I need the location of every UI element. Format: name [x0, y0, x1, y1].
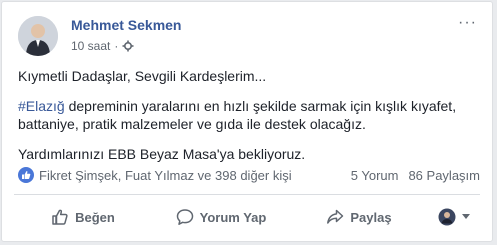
post-body: Kıymetli Dadaşlar, Sevgili Kardeşlerim..…	[18, 67, 480, 175]
author-name[interactable]: Mehmet Sekmen	[71, 17, 181, 33]
post-paragraph: #Elazığ depreminin yaralarını en hızlı ş…	[18, 97, 480, 133]
like-reaction-icon	[18, 167, 34, 183]
post-meta: 10 saat ·	[71, 39, 134, 53]
comment-icon	[176, 208, 194, 226]
share-icon	[326, 208, 344, 226]
thumbs-up-icon	[51, 208, 69, 226]
post-card: Mehmet Sekmen 10 saat · ··· Kıymetli Dad…	[1, 1, 493, 242]
like-label: Beğen	[75, 209, 115, 225]
comment-button[interactable]: Yorum Yap	[152, 201, 290, 233]
post-paragraph-text: depreminin yaralarını en hızlı şekilde s…	[18, 98, 457, 132]
hashtag-link[interactable]: #Elazığ	[18, 98, 65, 114]
like-button[interactable]: Beğen	[14, 201, 152, 233]
post-options-button[interactable]: ···	[458, 14, 477, 32]
comment-label: Yorum Yap	[199, 209, 267, 225]
shares-count[interactable]: 86 Paylaşım	[408, 168, 480, 183]
chevron-down-icon	[462, 214, 470, 220]
engagement-counts: 5 Yorum 86 Paylaşım	[351, 168, 480, 183]
share-label: Paylaş	[350, 209, 392, 225]
post-greeting: Kıymetli Dadaşlar, Sevgili Kardeşlerim..…	[18, 68, 267, 84]
mini-avatar-icon	[438, 208, 456, 226]
divider	[14, 194, 480, 195]
gear-icon[interactable]	[122, 40, 134, 52]
post-timestamp[interactable]: 10 saat	[71, 39, 110, 53]
reactions-text: Fikret Şimşek, Fuat Yılmaz ve 398 diğer …	[39, 167, 292, 183]
comments-count[interactable]: 5 Yorum	[351, 168, 399, 183]
audience-selector[interactable]	[428, 201, 480, 233]
post-stats: Fikret Şimşek, Fuat Yılmaz ve 398 diğer …	[18, 167, 480, 183]
action-bar: Beğen Yorum Yap Paylaş	[14, 198, 480, 236]
avatar[interactable]	[18, 16, 58, 56]
reactions-summary[interactable]: Fikret Şimşek, Fuat Yılmaz ve 398 diğer …	[18, 167, 292, 183]
share-button[interactable]: Paylaş	[290, 201, 428, 233]
profile-photo	[18, 16, 58, 56]
post-closing: Yardımlarınızı EBB Beyaz Masa'ya bekliyo…	[18, 146, 306, 162]
